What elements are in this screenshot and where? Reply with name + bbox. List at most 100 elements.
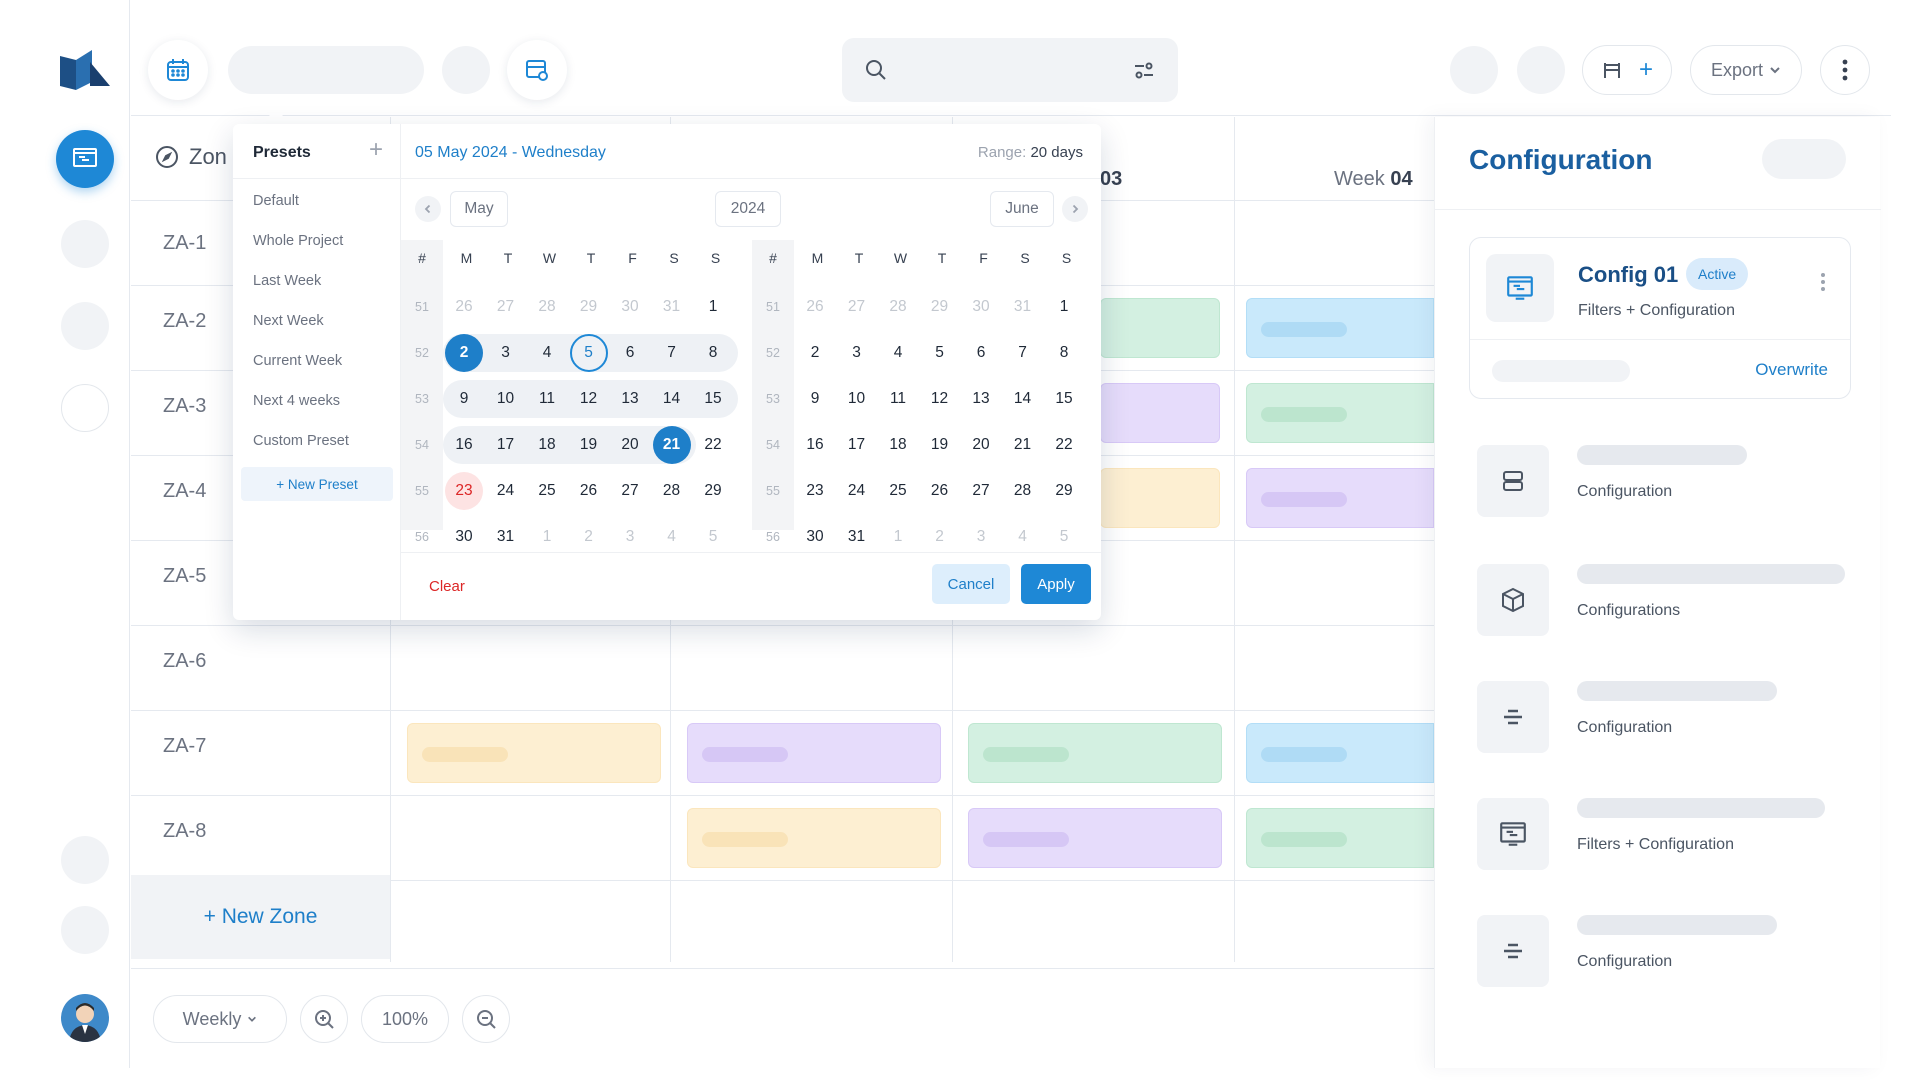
calendar-day[interactable]: 29 xyxy=(570,288,608,326)
calendar-day[interactable]: 15 xyxy=(694,380,732,418)
calendar-day[interactable]: 28 xyxy=(1004,472,1042,510)
calendar-day[interactable]: 28 xyxy=(653,472,691,510)
config-list-item[interactable]: Filters + Configuration xyxy=(1477,798,1857,878)
calendar-day[interactable]: 28 xyxy=(528,288,566,326)
new-preset-button[interactable]: + New Preset xyxy=(241,467,393,501)
calendar-day[interactable]: 2 xyxy=(796,334,834,372)
config-list-item[interactable]: Configuration xyxy=(1477,915,1857,995)
schedule-settings-button[interactable] xyxy=(507,40,567,100)
new-zone-button[interactable]: + New Zone xyxy=(131,875,390,959)
calendar-day[interactable]: 26 xyxy=(570,472,608,510)
filter-sliders-icon[interactable] xyxy=(1132,58,1156,82)
clear-button[interactable]: Clear xyxy=(429,578,465,595)
zone-label[interactable]: ZA-4 xyxy=(163,480,206,503)
task-bar[interactable] xyxy=(1100,298,1220,358)
calendar-day[interactable]: 3 xyxy=(487,334,525,372)
calendar-day[interactable]: 18 xyxy=(879,426,917,464)
config-list-item[interactable]: Configurations xyxy=(1477,564,1857,644)
calendar-day[interactable]: 26 xyxy=(796,288,834,326)
overwrite-button[interactable]: Overwrite xyxy=(1755,360,1828,380)
task-bar[interactable] xyxy=(968,723,1222,783)
active-config-card[interactable]: Config 01 Active Filters + Configuration… xyxy=(1469,237,1851,399)
calendar-day[interactable]: 1 xyxy=(1045,288,1083,326)
task-bar[interactable] xyxy=(1246,383,1434,443)
calendar-day[interactable]: 7 xyxy=(653,334,691,372)
month-select-left[interactable]: May xyxy=(450,191,508,227)
zone-column-header[interactable]: Zon xyxy=(155,144,227,170)
calendar-day[interactable]: 6 xyxy=(962,334,1000,372)
app-logo[interactable] xyxy=(56,48,112,92)
cancel-button[interactable]: Cancel xyxy=(932,564,1010,604)
task-bar[interactable] xyxy=(1246,723,1434,783)
calendar-day[interactable]: 26 xyxy=(445,288,483,326)
calendar-day[interactable]: 23 xyxy=(445,472,483,510)
calendar-day[interactable]: 8 xyxy=(1045,334,1083,372)
zoom-level[interactable]: 100% xyxy=(361,995,449,1043)
calendar-day[interactable]: 5 xyxy=(921,334,959,372)
calendar-day[interactable]: 10 xyxy=(838,380,876,418)
calendar-day[interactable]: 6 xyxy=(611,334,649,372)
zone-label[interactable]: ZA-5 xyxy=(163,565,206,588)
calendar-day[interactable]: 17 xyxy=(838,426,876,464)
user-avatar[interactable] xyxy=(61,994,109,1042)
preset-item[interactable]: Current Week xyxy=(253,353,342,369)
calendar-day[interactable]: 31 xyxy=(1004,288,1042,326)
month-select-right[interactable]: June xyxy=(990,191,1054,227)
calendar-day[interactable]: 3 xyxy=(838,334,876,372)
task-bar[interactable] xyxy=(1100,383,1220,443)
calendar-day[interactable]: 30 xyxy=(611,288,649,326)
card-more-button[interactable] xyxy=(1820,272,1826,297)
task-bar[interactable] xyxy=(1100,468,1220,528)
toolbar-placeholder[interactable] xyxy=(1517,46,1565,94)
zone-label[interactable]: ZA-7 xyxy=(163,735,206,758)
preset-item[interactable]: Next Week xyxy=(253,313,324,329)
calendar-day[interactable]: 4 xyxy=(1004,518,1042,556)
calendar-day[interactable]: 19 xyxy=(921,426,959,464)
rail-item[interactable] xyxy=(61,220,109,268)
calendar-button[interactable] xyxy=(148,40,208,100)
task-bar[interactable] xyxy=(1246,808,1434,868)
zone-label[interactable]: ZA-8 xyxy=(163,820,206,843)
calendar-day[interactable]: 23 xyxy=(796,472,834,510)
calendar-day[interactable]: 10 xyxy=(487,380,525,418)
preset-item[interactable]: Default xyxy=(253,193,299,209)
calendar-day[interactable]: 27 xyxy=(487,288,525,326)
calendar-day[interactable]: 17 xyxy=(487,426,525,464)
calendar-day[interactable]: 29 xyxy=(1045,472,1083,510)
calendar-day[interactable]: 26 xyxy=(921,472,959,510)
task-bar[interactable] xyxy=(1246,468,1434,528)
preset-item[interactable]: Whole Project xyxy=(253,233,343,249)
calendar-day[interactable]: 12 xyxy=(570,380,608,418)
zone-label[interactable]: ZA-3 xyxy=(163,395,206,418)
calendar-day[interactable]: 31 xyxy=(838,518,876,556)
calendar-day[interactable]: 5 xyxy=(569,334,608,372)
calendar-day[interactable]: 22 xyxy=(1045,426,1083,464)
rail-item[interactable] xyxy=(61,302,109,350)
config-list-item[interactable]: Configuration xyxy=(1477,681,1857,761)
zone-label[interactable]: ZA-2 xyxy=(163,310,206,333)
calendar-day[interactable]: 5 xyxy=(694,518,732,556)
calendar-day[interactable]: 16 xyxy=(445,426,483,464)
calendar-day[interactable]: 27 xyxy=(838,288,876,326)
calendar-day[interactable]: 11 xyxy=(879,380,917,418)
calendar-day[interactable]: 8 xyxy=(694,334,732,372)
calendar-day[interactable]: 9 xyxy=(445,380,483,418)
prev-month-button[interactable] xyxy=(415,196,441,222)
calendar-day[interactable]: 24 xyxy=(838,472,876,510)
more-menu-button[interactable] xyxy=(1820,45,1870,95)
flag-icon[interactable] xyxy=(1601,59,1623,81)
calendar-day[interactable]: 22 xyxy=(694,426,732,464)
calendar-day[interactable]: 13 xyxy=(962,380,1000,418)
calendar-day[interactable]: 24 xyxy=(487,472,525,510)
calendar-day[interactable]: 21 xyxy=(652,426,691,464)
calendar-day[interactable]: 2 xyxy=(921,518,959,556)
zone-label[interactable]: ZA-6 xyxy=(163,650,206,673)
calendar-day[interactable]: 3 xyxy=(611,518,649,556)
calendar-day[interactable]: 27 xyxy=(962,472,1000,510)
zoom-in-button[interactable] xyxy=(300,995,348,1043)
calendar-day[interactable]: 18 xyxy=(528,426,566,464)
calendar-day[interactable]: 1 xyxy=(528,518,566,556)
calendar-day[interactable]: 30 xyxy=(445,518,483,556)
calendar-day[interactable]: 11 xyxy=(528,380,566,418)
calendar-day[interactable]: 30 xyxy=(962,288,1000,326)
